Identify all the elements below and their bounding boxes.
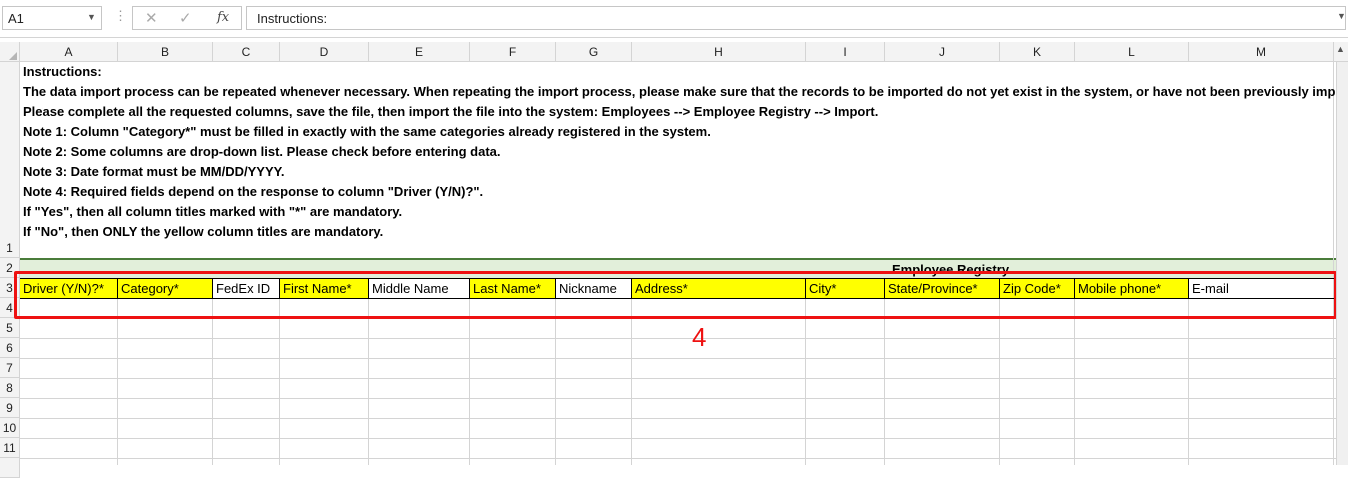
- column-header-f[interactable]: F: [470, 42, 556, 62]
- instructions-line: If "Yes", then all column titles marked …: [23, 204, 403, 219]
- column-header-a[interactable]: A: [20, 42, 118, 62]
- highlight-box: [14, 271, 1337, 319]
- select-all-icon: [9, 52, 17, 60]
- column-header-e[interactable]: E: [369, 42, 470, 62]
- row-header-8[interactable]: 8: [0, 378, 20, 398]
- row-header-1[interactable]: 1: [0, 62, 20, 258]
- formula-input[interactable]: Instructions: ▼: [246, 6, 1346, 30]
- check-icon[interactable]: ✓: [179, 9, 192, 27]
- column-header-g[interactable]: G: [556, 42, 632, 62]
- row-header-12[interactable]: [0, 458, 20, 478]
- column-header-k[interactable]: K: [1000, 42, 1075, 62]
- scroll-up-icon[interactable]: ▲: [1336, 44, 1345, 54]
- annotation-label: 4: [692, 322, 707, 352]
- row-header-7[interactable]: 7: [0, 358, 20, 378]
- instructions-line: Note 2: Some columns are drop-down list.…: [23, 144, 501, 159]
- column-header-b[interactable]: B: [118, 42, 213, 62]
- instructions-line: Please complete all the requested column…: [23, 104, 879, 119]
- instructions-cell[interactable]: Instructions: The data import process ca…: [23, 62, 1335, 243]
- instructions-line: If "No", then ONLY the yellow column tit…: [23, 224, 384, 239]
- vertical-scrollbar[interactable]: [1336, 62, 1348, 465]
- instructions-line: Note 4: Required fields depend on the re…: [23, 184, 484, 199]
- column-header-i[interactable]: I: [806, 42, 885, 62]
- instructions-line: Instructions:: [23, 64, 102, 79]
- row-header-11[interactable]: 11: [0, 438, 20, 458]
- column-header-h[interactable]: H: [632, 42, 806, 62]
- name-box-value: A1: [8, 11, 24, 26]
- row-header-6[interactable]: 6: [0, 338, 20, 358]
- name-box[interactable]: A1 ▼: [2, 6, 102, 30]
- column-header-d[interactable]: D: [280, 42, 369, 62]
- formula-buttons: ✕ ✓ fx: [132, 6, 242, 30]
- chevron-down-icon[interactable]: ▼: [1337, 11, 1346, 21]
- row-header-5[interactable]: 5: [0, 318, 20, 338]
- column-header-m[interactable]: M: [1189, 42, 1334, 62]
- row-header-9[interactable]: 9: [0, 398, 20, 418]
- column-header-l[interactable]: L: [1075, 42, 1189, 62]
- instructions-line: The data import process can be repeated …: [23, 84, 1335, 99]
- formula-bar: A1 ▼ ⋮ ✕ ✓ fx Instructions: ▼: [0, 0, 1348, 38]
- formula-text: Instructions:: [257, 11, 328, 26]
- instructions-line: Note 3: Date format must be MM/DD/YYYY.: [23, 164, 285, 179]
- select-all-corner[interactable]: [0, 42, 20, 62]
- fx-icon[interactable]: fx: [217, 10, 229, 25]
- column-header-c[interactable]: C: [213, 42, 280, 62]
- column-header-row: A B C D E F G H I J K L M ▲: [0, 42, 1348, 62]
- column-header-j[interactable]: J: [885, 42, 1000, 62]
- x-icon[interactable]: ✕: [145, 9, 158, 27]
- chevron-down-icon[interactable]: ▼: [87, 12, 96, 22]
- row-header-10[interactable]: 10: [0, 418, 20, 438]
- instructions-line: Note 1: Column "Category*" must be fille…: [23, 124, 711, 139]
- more-options-icon: ⋮: [114, 8, 127, 23]
